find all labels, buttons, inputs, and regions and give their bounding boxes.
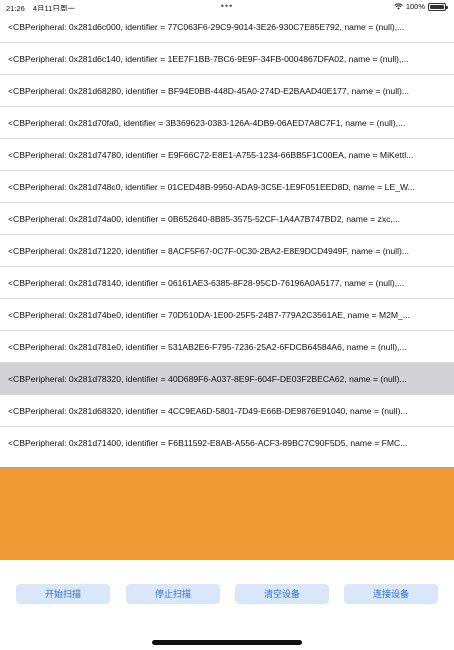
peripheral-row[interactable]: <CBPeripheral: 0x281d68320, identifier =… xyxy=(0,395,454,427)
orange-panel xyxy=(0,467,454,560)
wifi-icon xyxy=(394,3,403,10)
peripheral-row[interactable]: <CBPeripheral: 0x281d70fa0, identifier =… xyxy=(0,107,454,139)
clear-devices-button[interactable]: 清空设备 xyxy=(235,584,329,604)
peripheral-row[interactable]: <CBPeripheral: 0x281d78140, identifier =… xyxy=(0,267,454,299)
peripheral-row[interactable]: <CBPeripheral: 0x281d781e0, identifier =… xyxy=(0,331,454,363)
start-scan-button[interactable]: 开始扫描 xyxy=(16,584,110,604)
peripheral-row[interactable]: <CBPeripheral: 0x281d74780, identifier =… xyxy=(0,139,454,171)
peripheral-row[interactable]: <CBPeripheral: 0x281d6c000, identifier =… xyxy=(0,11,454,43)
bottom-toolbar: 开始扫描 停止扫描 清空设备 连接设备 xyxy=(0,584,454,606)
peripheral-row[interactable]: <CBPeripheral: 0x281d71220, identifier =… xyxy=(0,235,454,267)
peripheral-row[interactable]: <CBPeripheral: 0x281d68280, identifier =… xyxy=(0,75,454,107)
peripheral-row[interactable]: <CBPeripheral: 0x281d6c140, identifier =… xyxy=(0,43,454,75)
multitasking-dots-icon[interactable]: ••• xyxy=(221,1,233,11)
peripheral-row[interactable]: <CBPeripheral: 0x281d71400, identifier =… xyxy=(0,427,454,459)
peripheral-row[interactable]: <CBPeripheral: 0x281d74be0, identifier =… xyxy=(0,299,454,331)
battery-icon xyxy=(428,2,448,11)
connect-device-button[interactable]: 连接设备 xyxy=(344,584,438,604)
peripheral-row[interactable]: <CBPeripheral: 0x281d78320, identifier =… xyxy=(0,363,454,395)
peripheral-row[interactable]: <CBPeripheral: 0x281d748c0, identifier =… xyxy=(0,171,454,203)
stop-scan-button[interactable]: 停止扫描 xyxy=(126,584,220,604)
status-right: 100% xyxy=(394,2,448,11)
peripheral-list[interactable]: <CBPeripheral: 0x281d6c000, identifier =… xyxy=(0,11,454,459)
home-indicator[interactable] xyxy=(152,640,302,645)
peripheral-row[interactable]: <CBPeripheral: 0x281d74a00, identifier =… xyxy=(0,203,454,235)
battery-percent: 100% xyxy=(405,2,425,11)
